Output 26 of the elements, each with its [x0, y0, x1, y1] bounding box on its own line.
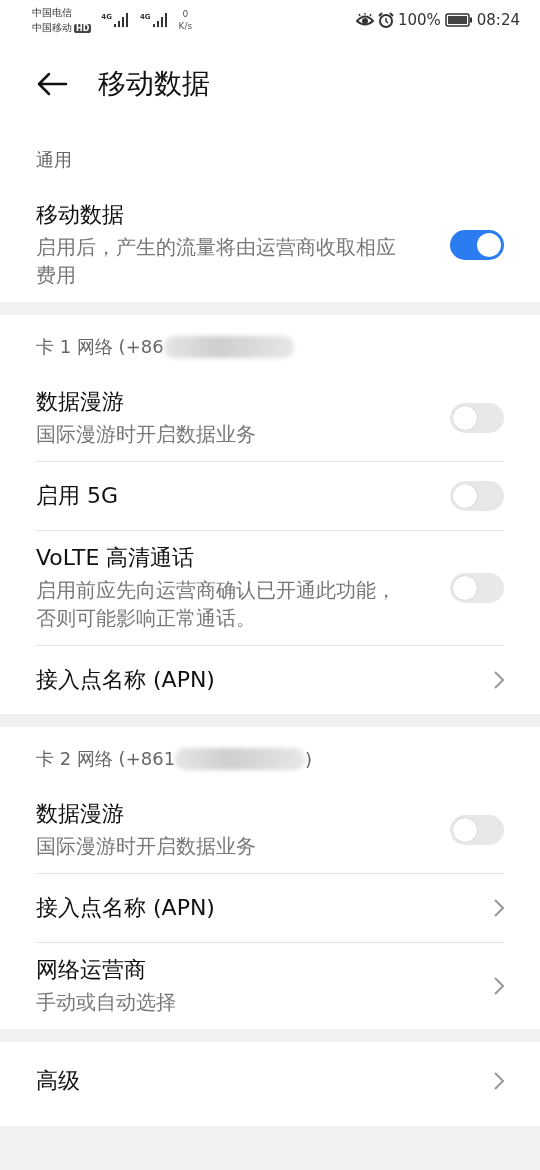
carrier-name: 中国移动 — [32, 21, 72, 33]
page-title: 移动数据 — [98, 66, 210, 102]
setting-description: 国际漫游时开启数据业务 — [36, 833, 257, 860]
setting-title: 数据漫游 — [36, 800, 125, 828]
carrier-name: 中国电信 — [32, 5, 73, 20]
section-header: 卡 1 网络 (+86 — [36, 335, 164, 359]
section-header: 通用 — [36, 148, 72, 172]
speed-value: 0 — [182, 8, 189, 20]
setting-title: 接入点名称 (APN) — [36, 894, 216, 922]
setting-description: 启用前应先向运营商确认已开通此功能，否则可能影响正常通话。 — [36, 577, 397, 632]
setting-description: 国际漫游时开启数据业务 — [36, 421, 257, 448]
battery-percent: 100% — [397, 11, 441, 29]
setting-title: 高级 — [36, 1067, 81, 1095]
setting-title: 网络运营商 — [36, 956, 147, 984]
setting-description: 手动或自动选择 — [36, 989, 177, 1016]
setting-title: 接入点名称 (APN) — [36, 666, 216, 694]
hd-badge: HD — [74, 23, 92, 33]
clock-time: 08:24 — [476, 11, 520, 29]
speed-unit: K/s — [178, 20, 193, 32]
setting-title: 启用 5G — [36, 482, 120, 510]
setting-title: VoLTE 高清通话 — [36, 544, 196, 572]
section-header: ) — [305, 748, 313, 770]
section-header: 卡 2 网络 (+861 — [36, 747, 176, 771]
setting-title: 数据漫游 — [36, 388, 125, 416]
setting-description: 启用后，产生的流量将由运营商收取相应费用 — [36, 234, 397, 289]
setting-title: 移动数据 — [36, 201, 125, 229]
